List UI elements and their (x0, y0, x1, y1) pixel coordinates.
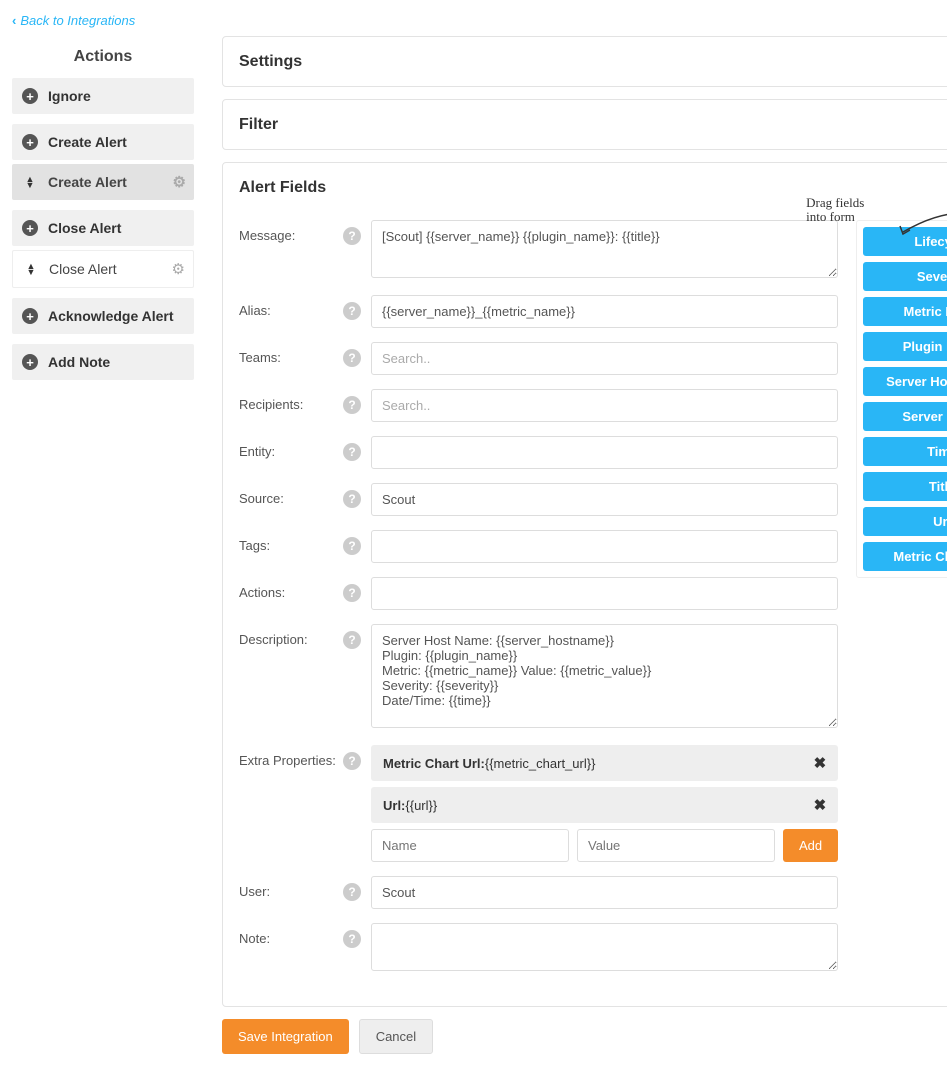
help-icon[interactable]: ? (343, 396, 361, 414)
description-label: Description: (239, 624, 343, 647)
plus-icon: + (22, 308, 38, 324)
prop-name: Url: (383, 798, 405, 813)
prop-value: {{url}} (405, 798, 437, 813)
user-input[interactable] (371, 876, 838, 909)
help-icon[interactable]: ? (343, 302, 361, 320)
alert-fields-panel-title: Alert Fields (239, 179, 326, 197)
help-icon[interactable]: ? (343, 752, 361, 770)
action-create-alert[interactable]: + Create Alert (12, 124, 194, 160)
updown-icon: ▲▼ (22, 176, 38, 188)
plus-icon: + (22, 134, 38, 150)
alias-label: Alias: (239, 295, 343, 318)
plus-icon: + (22, 354, 38, 370)
user-label: User: (239, 876, 343, 899)
note-label: Note: (239, 923, 343, 946)
alert-fields-panel: Alert Fields › Message: ? [Scout] {{serv… (222, 162, 947, 1007)
action-label: Add Note (48, 354, 110, 370)
arrow-icon (898, 204, 947, 238)
field-pill-server-host-name[interactable]: Server Host Name (863, 367, 947, 396)
action-close-alert[interactable]: + Close Alert (12, 210, 194, 246)
filter-panel-header[interactable]: Filter › (223, 100, 947, 149)
filter-panel-title: Filter (239, 116, 278, 134)
sidebar: Actions + Ignore + Create Alert ▲▼ Create Ale… (12, 36, 194, 1054)
draggable-fields: Drag fields into form LifecycleSeverityM… (856, 220, 947, 988)
field-pill-server-name[interactable]: Server Name (863, 402, 947, 431)
entity-label: Entity: (239, 436, 343, 459)
field-pill-metric-chart-url[interactable]: Metric Chart Url (863, 542, 947, 571)
add-property-button[interactable]: Add (783, 829, 838, 862)
settings-panel: Settings › (222, 36, 947, 87)
tags-input[interactable] (371, 530, 838, 563)
action-sub-label: Close Alert (49, 261, 117, 277)
source-input[interactable] (371, 483, 838, 516)
prop-name: Metric Chart Url: (383, 756, 485, 771)
help-icon[interactable]: ? (343, 490, 361, 508)
filter-panel: Filter › (222, 99, 947, 150)
updown-icon: ▲▼ (23, 263, 39, 275)
description-input[interactable]: Server Host Name: {{server_hostname}} Pl… (371, 624, 838, 728)
actions-input[interactable] (371, 577, 838, 610)
back-link-text: Back to Integrations (20, 13, 135, 28)
extra-property-row: Url:{{url}} ✖ (371, 787, 838, 823)
gear-icon[interactable]: ⚙ (173, 173, 186, 191)
plus-icon: + (22, 220, 38, 236)
field-pill-metric-name[interactable]: Metric Name (863, 297, 947, 326)
back-link[interactable]: ‹ Back to Integrations (12, 13, 135, 28)
save-button[interactable]: Save Integration (222, 1019, 349, 1054)
prop-value-input[interactable] (577, 829, 775, 862)
field-pill-plugin-name[interactable]: Plugin Name (863, 332, 947, 361)
action-sub-create-alert[interactable]: ▲▼ Create Alert ⚙ (12, 164, 194, 200)
teams-input[interactable] (371, 342, 838, 375)
recipients-input[interactable] (371, 389, 838, 422)
entity-input[interactable] (371, 436, 838, 469)
help-icon[interactable]: ? (343, 584, 361, 602)
field-pill-severity[interactable]: Severity (863, 262, 947, 291)
action-label: Acknowledge Alert (48, 308, 174, 324)
action-acknowledge-alert[interactable]: + Acknowledge Alert (12, 298, 194, 334)
prop-value: {{metric_chart_url}} (485, 756, 596, 771)
actions-label: Actions: (239, 577, 343, 600)
drag-hint-text: Drag fields into form (806, 196, 864, 225)
message-label: Message: (239, 220, 343, 243)
action-label: Create Alert (48, 134, 127, 150)
teams-label: Teams: (239, 342, 343, 365)
help-icon[interactable]: ? (343, 883, 361, 901)
plus-icon: + (22, 88, 38, 104)
field-pill-title[interactable]: Title (863, 472, 947, 501)
sidebar-title: Actions (12, 36, 194, 78)
prop-name-input[interactable] (371, 829, 569, 862)
alias-input[interactable] (371, 295, 838, 328)
close-icon[interactable]: ✖ (814, 796, 827, 814)
extra-property-row: Metric Chart Url:{{metric_chart_url}} ✖ (371, 745, 838, 781)
recipients-label: Recipients: (239, 389, 343, 412)
action-add-note[interactable]: + Add Note (12, 344, 194, 380)
action-ignore[interactable]: + Ignore (12, 78, 194, 114)
close-icon[interactable]: ✖ (814, 754, 827, 772)
field-pill-time[interactable]: Time (863, 437, 947, 466)
cancel-button[interactable]: Cancel (359, 1019, 433, 1054)
message-input[interactable]: [Scout] {{server_name}} {{plugin_name}}:… (371, 220, 838, 278)
note-input[interactable] (371, 923, 838, 971)
help-icon[interactable]: ? (343, 631, 361, 649)
action-sub-close-alert[interactable]: ▲▼ Close Alert ⚙ (12, 250, 194, 288)
gear-icon[interactable]: ⚙ (172, 260, 185, 278)
help-icon[interactable]: ? (343, 930, 361, 948)
settings-panel-title: Settings (239, 53, 302, 71)
main-content: Settings › Filter › Alert Fields › (222, 36, 947, 1054)
help-icon[interactable]: ? (343, 443, 361, 461)
source-label: Source: (239, 483, 343, 506)
settings-panel-header[interactable]: Settings › (223, 37, 947, 86)
field-pill-url[interactable]: Url (863, 507, 947, 536)
help-icon[interactable]: ? (343, 537, 361, 555)
action-label: Close Alert (48, 220, 121, 236)
action-sub-label: Create Alert (48, 174, 127, 190)
help-icon[interactable]: ? (343, 227, 361, 245)
help-icon[interactable]: ? (343, 349, 361, 367)
chevron-left-icon: ‹ (12, 13, 16, 28)
extra-label: Extra Properties: (239, 745, 343, 768)
action-label: Ignore (48, 88, 91, 104)
tags-label: Tags: (239, 530, 343, 553)
